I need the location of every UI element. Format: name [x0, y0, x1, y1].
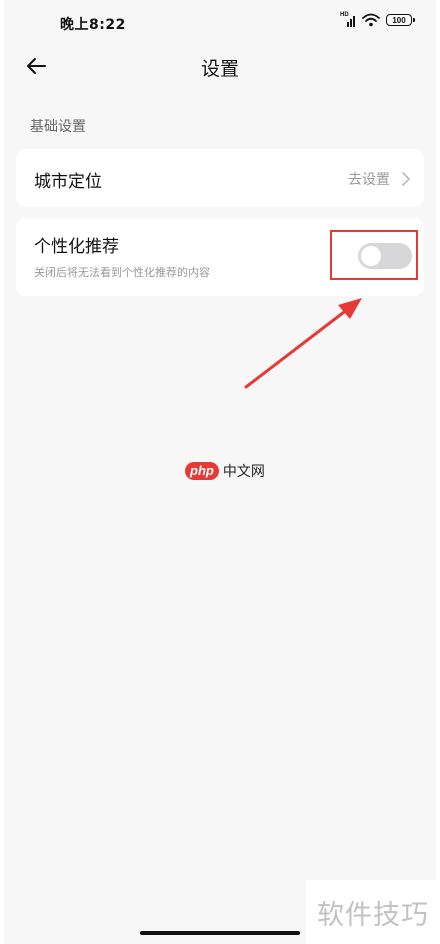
- personalized-recommendation-description: 关闭后将无法看到个性化推荐的内容: [34, 266, 210, 279]
- personalized-recommendation-label: 个性化推荐: [34, 237, 119, 257]
- status-icons: HD 100: [340, 11, 415, 27]
- status-time: 晚上8:22: [60, 17, 126, 33]
- network-type-label: HD: [340, 11, 349, 18]
- highlight-box: [330, 230, 418, 280]
- battery-level: 100: [392, 15, 406, 25]
- settings-screen: 晚上8:22 HD 100 设置 基础设置 城市定位 去设置 个性化推荐 关闭后…: [4, 0, 436, 944]
- corner-watermark: 软件技巧: [306, 880, 440, 944]
- city-location-label: 城市定位: [34, 172, 102, 192]
- signal-icon: HD: [340, 11, 356, 27]
- city-location-row[interactable]: 城市定位 去设置: [16, 149, 424, 207]
- chevron-right-icon: [402, 172, 410, 186]
- city-location-action[interactable]: 去设置: [348, 169, 410, 189]
- page-title: 设置: [200, 58, 239, 80]
- php-logo: php: [185, 462, 219, 480]
- php-watermark: php 中文网: [185, 461, 265, 481]
- app-header: 设置: [4, 44, 436, 90]
- php-watermark-text: 中文网: [222, 464, 265, 480]
- home-indicator: [140, 931, 300, 935]
- wifi-icon: [362, 13, 380, 27]
- section-title: 基础设置: [30, 119, 86, 135]
- city-location-action-label: 去设置: [348, 172, 390, 188]
- status-bar: 晚上8:22 HD 100: [4, 0, 436, 44]
- battery-icon: 100: [386, 14, 415, 26]
